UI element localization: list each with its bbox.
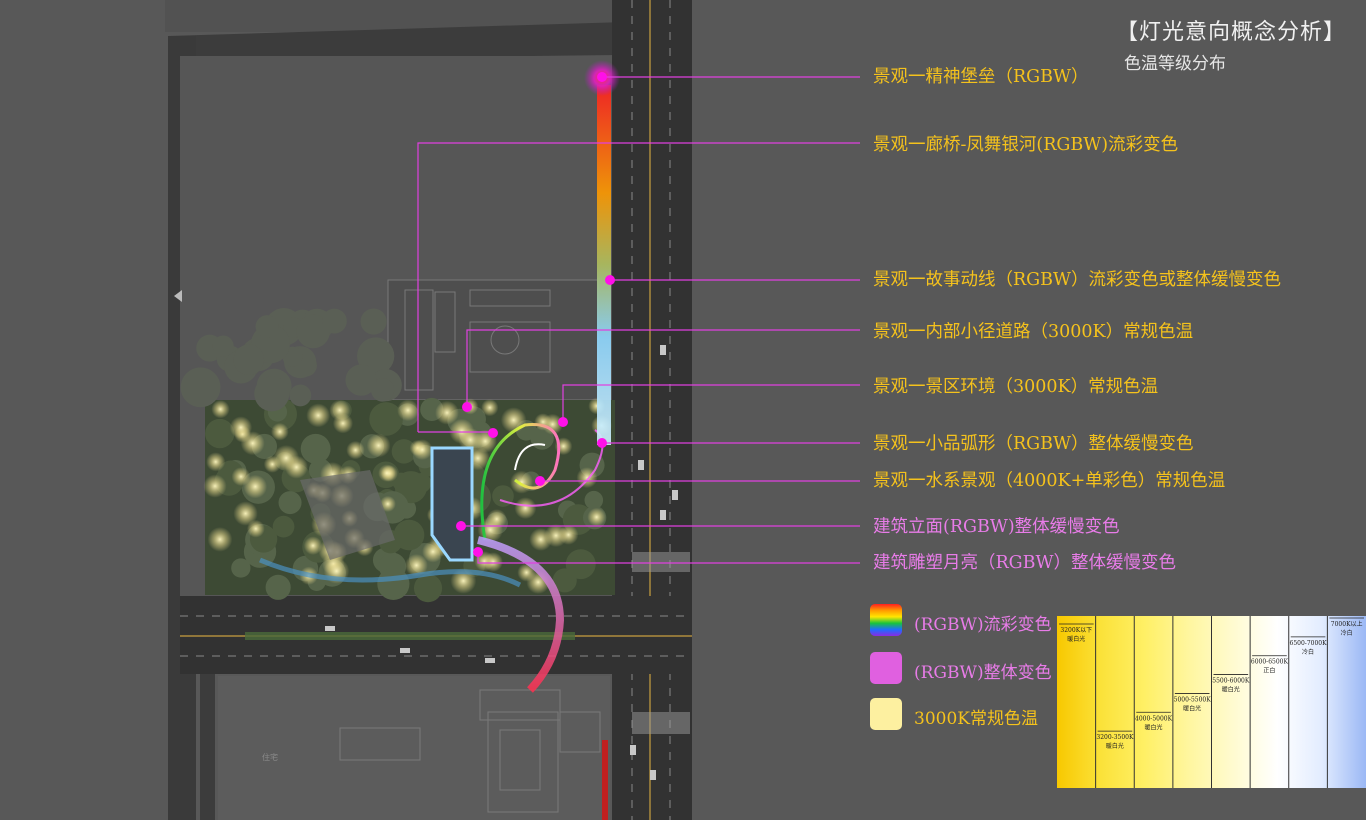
light-glow xyxy=(240,431,265,456)
ct-band-range: 5500-6000K xyxy=(1212,678,1250,685)
page-subtitle: 色温等级分布 xyxy=(1124,54,1226,74)
ct-band-desc: 暖白光 xyxy=(1222,686,1240,694)
light-glow xyxy=(500,407,527,433)
ct-band-desc: 暖白光 xyxy=(1145,723,1163,731)
tree xyxy=(231,558,251,578)
tree xyxy=(180,367,221,408)
legend-label-rgbw-whole: (RGBW)整体变色 xyxy=(914,663,1052,683)
map-small-tag: 住宅 xyxy=(262,752,278,762)
tree xyxy=(413,574,443,603)
ct-band-range: 3200-3500K xyxy=(1096,734,1134,741)
annotation-moon-sculpture: 建筑雕塑月亮（RGBW）整体缓慢变色 xyxy=(873,553,1177,573)
ct-band-range: 6000-6500K xyxy=(1251,659,1289,666)
tree xyxy=(205,418,235,449)
light-glow xyxy=(284,455,308,479)
tree xyxy=(255,315,279,338)
annotation-arc-feature: 景观一小品弧形（RGBW）整体缓慢变色 xyxy=(873,434,1194,454)
road-east xyxy=(612,0,692,820)
ct-band-desc: 暖白光 xyxy=(1106,742,1124,750)
annotation-building-facade: 建筑立面(RGBW)整体缓慢变色 xyxy=(873,517,1120,537)
legend-swatch-rgbw-flow xyxy=(870,604,902,636)
median xyxy=(245,632,575,640)
legend-swatch-rgbw-whole xyxy=(870,652,902,684)
light-glow xyxy=(510,470,534,494)
tree xyxy=(300,433,331,464)
annotation-spiritual-fortress: 景观一精神堡垒（RGBW） xyxy=(873,67,1089,87)
light-glow xyxy=(514,497,537,520)
tree xyxy=(212,335,234,357)
light-glow xyxy=(211,400,230,419)
page-title: 【灯光意向概念分析】 xyxy=(1116,20,1347,45)
light-glow xyxy=(483,552,503,572)
ct-band-desc: 暖白光 xyxy=(1067,635,1085,643)
tree xyxy=(360,308,387,335)
tree xyxy=(345,364,377,396)
ct-band-range: 6500-7000K xyxy=(1290,640,1328,647)
ct-band-range: 5000-5500K xyxy=(1174,696,1212,703)
tree xyxy=(393,519,425,551)
color-temperature-scale: 3200K以下暖白光3200-3500K暖白光4000-5000K暖白光5000… xyxy=(1057,616,1366,788)
annotation-inner-path: 景观一内部小径道路（3000K）常规色温 xyxy=(873,322,1194,342)
light-glow xyxy=(306,403,331,428)
tree xyxy=(321,308,347,334)
light-glow xyxy=(378,464,396,482)
light-glow xyxy=(366,433,391,458)
annotation-scenic-environment: 景观一景区环境（3000K）常规色温 xyxy=(873,377,1159,397)
ct-band-desc: 暖白光 xyxy=(1183,704,1201,712)
block-south xyxy=(218,676,610,820)
tree xyxy=(278,491,302,515)
ct-band-desc: 冷白 xyxy=(1341,629,1353,637)
light-glow xyxy=(233,501,258,526)
tree xyxy=(265,574,291,600)
tree xyxy=(289,384,312,407)
light-glow xyxy=(397,399,419,422)
light-glow xyxy=(481,398,499,417)
light-glow xyxy=(231,467,251,486)
gallery-bridge-ribbon xyxy=(597,85,611,445)
annotation-story-path: 景观一故事动线（RGBW）流彩变色或整体缓慢变色 xyxy=(873,270,1282,290)
annotation-gallery-bridge: 景观一廊桥-凤舞银河(RGBW)流彩变色 xyxy=(873,135,1179,155)
light-glow xyxy=(206,452,226,472)
ct-band-range: 4000-5000K xyxy=(1135,715,1173,722)
light-glow xyxy=(411,439,433,461)
tree xyxy=(254,376,290,412)
legend-swatch-3000k xyxy=(870,698,902,730)
legend-label-rgbw-flow: (RGBW)流彩变色 xyxy=(914,615,1052,635)
light-glow xyxy=(544,524,568,548)
light-glow xyxy=(203,474,227,498)
ct-band-desc: 正白 xyxy=(1263,667,1275,675)
tree xyxy=(233,344,265,376)
ct-band-desc: 冷白 xyxy=(1302,648,1314,656)
tree xyxy=(377,567,410,600)
south-red-strip xyxy=(602,740,608,820)
annotation-water-feature: 景观一水系景观（4000K+单彩色）常规色温 xyxy=(873,471,1226,491)
light-glow xyxy=(587,507,606,527)
ct-band-range: 7000K以上 xyxy=(1331,620,1363,628)
buildings-north xyxy=(387,279,599,401)
building-facade-outline xyxy=(430,446,474,562)
light-glow xyxy=(346,440,365,460)
legend-label-3000k: 3000K常规色温 xyxy=(914,709,1038,729)
light-glow xyxy=(271,422,289,441)
light-glow xyxy=(329,399,351,421)
ct-band-range: 3200K以下 xyxy=(1060,627,1092,634)
light-glow xyxy=(207,527,233,552)
